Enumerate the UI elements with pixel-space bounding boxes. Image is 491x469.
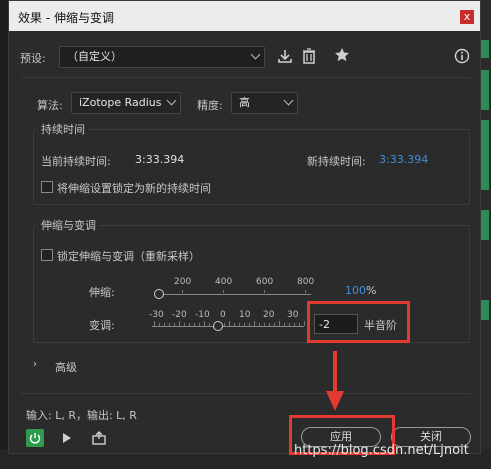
stretch-tick-label: 600 xyxy=(256,277,274,287)
pitch-slider-track[interactable] xyxy=(152,326,304,327)
lock-stretch-pitch-checkbox[interactable] xyxy=(41,249,53,261)
precision-label: 精度: xyxy=(197,99,223,112)
precision-value: 高 xyxy=(239,96,250,109)
pitch-tick-label: 10 xyxy=(239,310,251,320)
title-bar: 效果 - 伸缩与变调 x xyxy=(9,1,480,31)
stretch-slider-track[interactable] xyxy=(159,294,311,295)
new-duration-label: 新持续时间: xyxy=(307,155,366,168)
pitch-minor-tick xyxy=(194,323,195,326)
stretch-tick-label: 400 xyxy=(215,277,233,287)
stretch-label: 伸缩: xyxy=(89,286,115,299)
stretch-pitch-dialog: 效果 - 伸缩与变调 x 预设: （自定义） 算法: iZotope Radiu… xyxy=(8,0,481,455)
divider xyxy=(21,77,470,78)
pitch-minor-tick xyxy=(284,323,285,326)
advanced-toggle[interactable]: 高级 xyxy=(55,359,77,375)
pitch-minor-tick xyxy=(184,323,185,326)
pitch-minor-tick xyxy=(209,323,210,326)
io-info: 输入: L, R，输出: L, R xyxy=(26,409,137,422)
stretch-unit: % xyxy=(366,284,377,297)
divider xyxy=(21,393,470,394)
chevron-right-icon[interactable]: › xyxy=(33,359,37,370)
current-duration-label: 当前持续时间: xyxy=(41,155,111,168)
pitch-minor-tick xyxy=(189,323,190,326)
pitch-minor-tick xyxy=(229,321,230,326)
preset-label: 预设: xyxy=(20,52,46,65)
algorithm-value: iZotope Radius xyxy=(79,96,162,109)
pitch-minor-tick xyxy=(274,323,275,326)
new-duration-value[interactable]: 3:33.394 xyxy=(379,153,428,166)
pitch-minor-tick xyxy=(279,321,280,326)
pitch-minor-tick xyxy=(244,323,245,326)
chevron-down-icon xyxy=(283,95,294,106)
pitch-minor-tick xyxy=(179,321,180,326)
loop-export-icon[interactable] xyxy=(91,430,107,449)
pitch-minor-tick xyxy=(199,323,200,326)
watermark: https://blog.csdn.net/Ljnoit xyxy=(294,443,469,458)
pitch-minor-tick xyxy=(234,323,235,326)
precision-select[interactable]: 高 xyxy=(231,92,298,114)
pitch-tick-label: -10 xyxy=(195,310,210,320)
stretch-pitch-group-title: 伸缩与变调 xyxy=(38,217,99,233)
current-duration-value: 3:33.394 xyxy=(135,153,185,166)
pitch-tick-label: 30 xyxy=(287,310,299,320)
pitch-minor-tick xyxy=(224,323,225,326)
algorithm-select[interactable]: iZotope Radius xyxy=(71,92,181,114)
pitch-tick-label: 0 xyxy=(220,310,226,320)
pitch-minor-tick xyxy=(159,323,160,326)
preset-select[interactable]: （自定义） xyxy=(59,46,265,68)
pitch-label: 变调: xyxy=(89,319,115,332)
pitch-minor-tick xyxy=(249,323,250,326)
pitch-minor-tick xyxy=(294,323,295,326)
info-icon[interactable] xyxy=(454,48,470,67)
pitch-minor-tick xyxy=(264,323,265,326)
stretch-value[interactable]: 100 xyxy=(345,284,366,297)
window-title: 效果 - 伸缩与变调 xyxy=(18,11,114,25)
pitch-minor-tick xyxy=(299,323,300,326)
chevron-down-icon xyxy=(166,95,177,106)
pitch-minor-tick xyxy=(289,323,290,326)
lock-duration-checkbox[interactable] xyxy=(41,181,53,193)
pitch-minor-tick xyxy=(259,323,260,326)
pitch-minor-tick xyxy=(254,321,255,326)
pitch-minor-tick xyxy=(269,323,270,326)
delete-preset-icon[interactable] xyxy=(302,48,316,67)
play-icon[interactable] xyxy=(61,431,73,448)
lock-duration-label: 将伸缩设置锁定为新的持续时间 xyxy=(57,182,211,195)
pitch-minor-tick xyxy=(239,323,240,326)
stretch-slider-thumb[interactable] xyxy=(154,289,164,299)
algorithm-label: 算法: xyxy=(37,99,63,112)
power-icon xyxy=(29,433,41,444)
duration-group-title: 持续时间 xyxy=(38,121,88,137)
pitch-minor-tick xyxy=(174,323,175,326)
pitch-minor-tick xyxy=(169,323,170,326)
stretch-tick-label: 200 xyxy=(174,277,192,287)
highlight-box-pitch xyxy=(307,301,410,343)
arrow-down-icon xyxy=(326,351,344,411)
favorite-star-icon[interactable] xyxy=(334,47,350,66)
lock-stretch-pitch-label: 锁定伸缩与变调（重新采样） xyxy=(57,250,200,263)
pitch-slider-thumb[interactable] xyxy=(213,321,223,331)
pitch-tick-label: 20 xyxy=(263,310,275,320)
power-button[interactable] xyxy=(26,429,44,447)
chevron-down-icon xyxy=(250,49,261,60)
pitch-minor-tick xyxy=(204,321,205,326)
close-window-button[interactable]: x xyxy=(460,10,474,24)
pitch-minor-tick xyxy=(154,321,155,326)
stretch-tick-label: 800 xyxy=(297,277,315,287)
pitch-minor-tick xyxy=(304,321,305,326)
pitch-tick-label: -30 xyxy=(149,310,164,320)
preset-value: （自定义） xyxy=(67,50,122,63)
save-preset-icon[interactable] xyxy=(277,48,293,67)
pitch-minor-tick xyxy=(164,323,165,326)
pitch-tick-label: -20 xyxy=(172,310,187,320)
